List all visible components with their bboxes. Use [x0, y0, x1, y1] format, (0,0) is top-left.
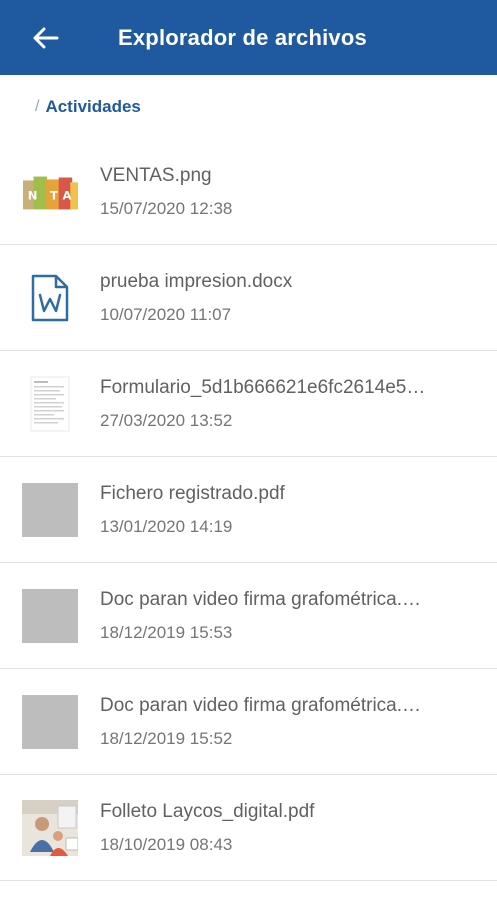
placeholder-thumbnail — [22, 694, 78, 749]
breadcrumb-separator: / — [35, 98, 40, 115]
app-bar: Explorador de archivos — [0, 0, 497, 75]
file-date: 18/10/2019 08:43 — [100, 834, 233, 854]
word-doc-icon — [22, 270, 78, 326]
file-name: prueba impresion.docx — [100, 270, 293, 292]
placeholder-thumbnail — [22, 588, 78, 643]
list-item[interactable]: Formulario_5d1b666621e6fc2614e5… 27/03/2… — [0, 351, 497, 457]
list-item[interactable]: Fichero registrado.pdf 13/01/2020 14:19 — [0, 457, 497, 563]
arrow-left-icon — [33, 27, 59, 48]
file-name: Folleto Laycos_digital.pdf — [100, 800, 315, 822]
file-info: Formulario_5d1b666621e6fc2614e5… 27/03/2… — [100, 377, 480, 431]
file-name: Fichero registrado.pdf — [100, 482, 285, 504]
svg-text:N: N — [28, 188, 38, 202]
file-info: Fichero registrado.pdf 13/01/2020 14:19 — [100, 483, 480, 537]
file-date: 15/07/2020 12:38 — [100, 198, 233, 218]
file-name: Doc paran video firma grafométrica.… — [100, 588, 422, 610]
file-info: prueba impresion.docx 10/07/2020 11:07 — [100, 271, 480, 325]
svg-text:A: A — [63, 188, 72, 202]
breadcrumb: / Actividades — [0, 75, 497, 139]
page-title: Explorador de archivos — [118, 24, 367, 50]
file-info: VENTAS.png 15/07/2020 12:38 — [100, 165, 480, 219]
form-thumbnail — [22, 376, 78, 432]
file-list: N T A VENTAS.png 15/07/2020 12:38 prueba… — [0, 139, 497, 881]
file-date: 18/12/2019 15:52 — [100, 728, 233, 748]
file-info: Doc paran video firma grafométrica.… 18/… — [100, 589, 480, 643]
file-name: VENTAS.png — [100, 164, 212, 186]
list-item[interactable]: Doc paran video firma grafométrica.… 18/… — [0, 669, 497, 775]
file-name: Formulario_5d1b666621e6fc2614e5… — [100, 376, 426, 398]
list-item[interactable]: prueba impresion.docx 10/07/2020 11:07 — [0, 245, 497, 351]
file-date: 18/12/2019 15:53 — [100, 622, 233, 642]
back-button[interactable] — [30, 22, 62, 54]
svg-text:T: T — [50, 188, 58, 202]
file-date: 27/03/2020 13:52 — [100, 410, 233, 430]
breadcrumb-current[interactable]: Actividades — [45, 97, 140, 117]
file-date: 13/01/2020 14:19 — [100, 516, 233, 536]
list-item[interactable]: Doc paran video firma grafométrica.… 18/… — [0, 563, 497, 669]
file-info: Doc paran video firma grafométrica.… 18/… — [100, 695, 480, 749]
file-date: 10/07/2020 11:07 — [100, 304, 232, 324]
file-name: Doc paran video firma grafométrica.… — [100, 694, 422, 716]
list-item[interactable]: N T A VENTAS.png 15/07/2020 12:38 — [0, 139, 497, 245]
list-item[interactable]: Folleto Laycos_digital.pdf 18/10/2019 08… — [0, 775, 497, 881]
photo-thumbnail — [22, 799, 78, 856]
file-info: Folleto Laycos_digital.pdf 18/10/2019 08… — [100, 801, 480, 855]
placeholder-thumbnail — [22, 482, 78, 537]
image-thumbnail: N T A — [22, 164, 78, 220]
